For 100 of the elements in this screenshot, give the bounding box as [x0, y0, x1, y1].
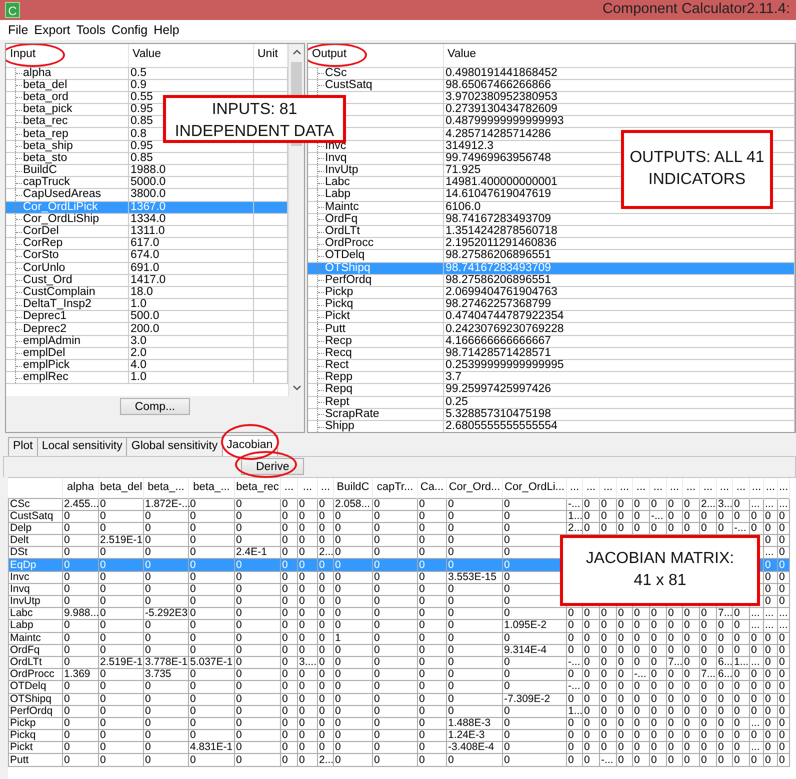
table-cell: 0 [280, 534, 298, 547]
table-cell: 0 [334, 620, 372, 632]
table-cell: 0 [372, 656, 418, 669]
table-cell: 0 [666, 717, 682, 730]
table-cell: 0 [318, 644, 334, 656]
table-cell: 0 [188, 558, 234, 572]
table-cell: 0 [716, 705, 732, 718]
table-cell: 0 [62, 596, 98, 608]
table-cell: 0 [280, 693, 298, 706]
table-cell: ... [764, 498, 778, 510]
table-cell: 0 [98, 632, 144, 644]
table-cell: 0 [446, 522, 502, 535]
table-cell: 0 [280, 510, 298, 522]
table-cell: 0 [600, 510, 616, 522]
table-cell: -... [632, 668, 650, 681]
table-cell: 0 [716, 730, 732, 742]
table-cell: 0 [234, 510, 280, 522]
table-cell: 0 [632, 608, 650, 620]
table-cell: 0 [234, 644, 280, 656]
table-cell: 0.48799999999999993 [443, 116, 794, 128]
table-cell: 0 [750, 668, 764, 681]
table-cell: 0 [234, 705, 280, 718]
table-cell: 0 [318, 596, 334, 608]
table-cell: 0 [418, 680, 446, 693]
table-cell: 0 [446, 668, 502, 681]
table-cell: 0 [144, 680, 188, 693]
table-cell: 0 [566, 754, 582, 766]
table-cell: 0 [632, 754, 650, 766]
table-cell: 1.488E-3 [446, 717, 502, 730]
table-cell: 0 [280, 571, 298, 584]
table-cell: 0 [334, 693, 372, 706]
table-cell: 0 [682, 754, 700, 766]
table-cell: 0 [144, 705, 188, 718]
table-cell: 0 [98, 717, 144, 730]
table-cell: 0 [98, 730, 144, 742]
table-cell: 0 [188, 717, 234, 730]
table-cell: 1.24E-3 [446, 730, 502, 742]
table-cell: 0 [666, 705, 682, 718]
table-cell: 0 [334, 534, 372, 547]
table-cell: 0 [666, 510, 682, 522]
table-cell: 0 [62, 754, 98, 766]
table-cell: 0 [778, 583, 790, 596]
table-cell: 0 [144, 644, 188, 656]
table-cell: 0 [616, 644, 632, 656]
table-cell: 0 [732, 717, 750, 730]
table-cell: 0 [682, 742, 700, 754]
table-cell: ... [750, 608, 764, 620]
table-cell: 18.0 [128, 286, 253, 299]
table-cell: 0 [234, 620, 280, 632]
table-cell: 0 [372, 693, 418, 706]
table-cell: 0 [318, 608, 334, 620]
table-cell: 0 [764, 644, 778, 656]
table-cell: 2.455... [62, 498, 98, 510]
table-cell: 0 [298, 693, 318, 706]
table-cell: 0 [732, 754, 750, 766]
table-cell: 0 [716, 644, 732, 656]
table-cell: 0 [418, 717, 446, 730]
table-cell: 0 [616, 693, 632, 706]
table-cell: 0 [234, 680, 280, 693]
table-cell: 0 [62, 522, 98, 535]
table-cell: 0 [732, 632, 750, 644]
table-cell: 0 [188, 498, 234, 510]
table-cell: 0 [716, 693, 732, 706]
table-cell: 0 [650, 656, 666, 669]
table-cell: 0 [298, 705, 318, 718]
table-cell: 0 [98, 620, 144, 632]
table-cell: 0 [446, 693, 502, 706]
table-cell: 0 [502, 522, 566, 535]
table-cell: 0 [650, 717, 666, 730]
table-cell: 0 [616, 656, 632, 669]
table-cell: 0 [600, 632, 616, 644]
table-cell: 0 [62, 693, 98, 706]
table-cell: 0 [778, 717, 790, 730]
table-cell: 0 [318, 656, 334, 669]
table-cell: 0 [716, 510, 732, 522]
table-cell: 0 [732, 742, 750, 754]
table-cell: 3.735 [144, 668, 188, 681]
table-cell: 0 [144, 717, 188, 730]
table-cell: 0 [372, 534, 418, 547]
table-cell: 0 [582, 693, 600, 706]
table-cell: 0 [144, 534, 188, 547]
table-cell: 6... [716, 656, 732, 669]
table-cell: -... [566, 498, 582, 510]
table-cell: 0 [764, 522, 778, 535]
table-cell: 0 [502, 498, 566, 510]
table-cell: 0 [234, 632, 280, 644]
table-cell: 0 [62, 510, 98, 522]
table-cell: 1... [566, 510, 582, 522]
table-cell: 0 [334, 754, 372, 766]
table-cell: 0 [334, 644, 372, 656]
table-cell: ... [778, 498, 790, 510]
table-cell: 4.166666666666667 [443, 335, 794, 348]
table-cell: 0 [372, 583, 418, 596]
table-cell: 0 [666, 754, 682, 766]
table-cell: 0 [446, 632, 502, 644]
table-cell: 1.3514242878560718 [443, 225, 794, 238]
table-cell: 0 [234, 534, 280, 547]
table-cell: 0 [764, 730, 778, 742]
table-cell: 5.328857310475198 [443, 408, 794, 420]
table-cell: 0 [188, 705, 234, 718]
